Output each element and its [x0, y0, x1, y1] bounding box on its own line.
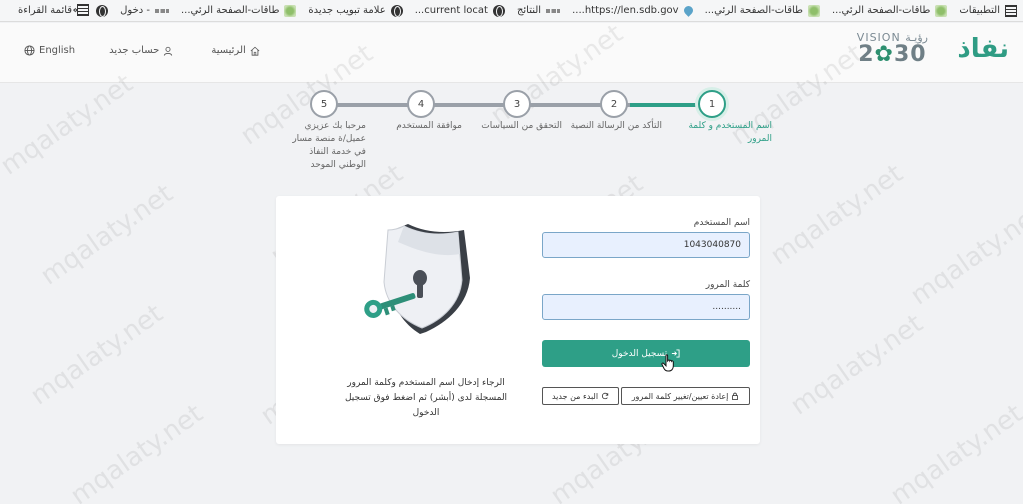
- login-card: اسم المستخدم 1043040870 كلمة المرور ....…: [276, 196, 760, 444]
- bookmark-item[interactable]: طاقات-الصفحة الرئي...: [832, 4, 948, 17]
- globe-icon: [390, 4, 403, 17]
- refresh-icon: [601, 392, 609, 400]
- step-2-label: التأكد من الرسالة النصية: [570, 121, 662, 131]
- step-1-label: اسم المستخدم و كلمة المرور: [688, 121, 772, 144]
- bookmark-item[interactable]: https://len.sdb.gov....: [572, 4, 695, 17]
- site-header: VISION رؤيـة 2✿30 نفاذ English حساب جديد…: [0, 23, 1023, 83]
- watermark: mqalaty.net: [65, 398, 209, 504]
- password-label: كلمة المرور: [705, 280, 750, 290]
- globe-icon: [24, 45, 35, 56]
- step-4-label: موافقة المستخدم: [396, 121, 462, 131]
- shield-key-icon: [364, 224, 470, 334]
- watermark: mqalaty.net: [905, 198, 1023, 312]
- globe-icon: [492, 4, 505, 17]
- bookmark-item[interactable]: علامة تبويب جديدة: [308, 4, 403, 17]
- bookmark-item[interactable]: طاقات-الصفحة الرئي...: [705, 4, 820, 17]
- dash-favicon-icon: [546, 8, 561, 13]
- login-button[interactable]: تسجيل الدخول: [542, 340, 750, 367]
- bookmark-item[interactable]: [91, 4, 109, 17]
- watermark: mqalaty.net: [35, 178, 179, 292]
- watermark: mqalaty.net: [785, 308, 929, 422]
- site-favicon-icon: [284, 4, 297, 17]
- bookmark-item[interactable]: النتائج: [517, 5, 561, 16]
- step-3-circle: 3: [503, 90, 531, 118]
- watermark: mqalaty.net: [25, 298, 169, 412]
- vision-2030-logo: VISION رؤيـة 2✿30: [856, 31, 928, 67]
- user-icon: [164, 46, 173, 56]
- bookmarks-bar: التطبيقات طاقات-الصفحة الرئي... طاقات-ال…: [0, 0, 1023, 22]
- step-4-circle: 4: [407, 90, 435, 118]
- site-favicon-icon: [935, 4, 948, 17]
- password-input[interactable]: ..........: [542, 294, 750, 320]
- bookmark-apps[interactable]: التطبيقات: [959, 4, 1017, 17]
- home-icon: [250, 46, 260, 56]
- watermark: mqalaty.net: [0, 68, 139, 182]
- username-input[interactable]: 1043040870: [542, 232, 750, 258]
- lock-icon: [732, 392, 739, 400]
- new-account-link[interactable]: حساب جديد: [109, 45, 177, 56]
- step-1-circle: 1: [698, 90, 726, 118]
- globe-icon: [96, 4, 109, 17]
- bookmark-item[interactable]: current locat...: [415, 4, 505, 17]
- dash-favicon-icon: [155, 8, 169, 13]
- vision-year-part: 2: [858, 42, 875, 67]
- reset-password-button[interactable]: إعادة تعيين/تغيير كلمة المرور: [621, 387, 750, 405]
- vision-emblem-icon: ✿: [874, 42, 894, 67]
- login-hint-text: الرجاء إدخال اسم المستخدم وكلمة المرور ا…: [344, 378, 508, 418]
- username-label: اسم المستخدم: [693, 218, 750, 228]
- progress-stepper: 1 2 3 4 5 اسم المستخدم و كلمة المرور الت…: [270, 90, 772, 170]
- step-5-label: مرحبا بك عزيزي عميل/ة منصة مسار في خدمة …: [292, 121, 366, 170]
- reading-list-icon: [77, 4, 90, 16]
- home-link[interactable]: الرئيسية: [211, 45, 263, 56]
- reading-list-button[interactable]: قائمة القراءة: [18, 4, 90, 16]
- site-favicon-icon: [807, 4, 820, 17]
- nafath-logo[interactable]: نفاذ: [957, 34, 1009, 64]
- bookmark-item[interactable]: طاقات-الصفحة الرئي...: [181, 4, 297, 17]
- watermark: mqalaty.net: [885, 398, 1023, 504]
- bookmark-item[interactable]: - دخول: [120, 5, 169, 16]
- step-3-label: التحقق من السياسات: [481, 121, 562, 131]
- top-nav: English حساب جديد الرئيسية: [20, 45, 298, 56]
- restart-button[interactable]: البدء من جديد: [542, 387, 619, 405]
- brand: VISION رؤيـة 2✿30 نفاذ: [847, 31, 1009, 66]
- drop-favicon-icon: [681, 4, 695, 17]
- step-2-circle: 2: [600, 90, 628, 118]
- step-5-circle: 5: [310, 90, 338, 118]
- watermark: mqalaty.net: [765, 158, 909, 272]
- vision-year-part: 30: [893, 42, 927, 67]
- language-link[interactable]: English: [20, 45, 75, 56]
- hand-cursor-icon: [661, 354, 674, 372]
- apps-grid-icon: [1005, 4, 1017, 17]
